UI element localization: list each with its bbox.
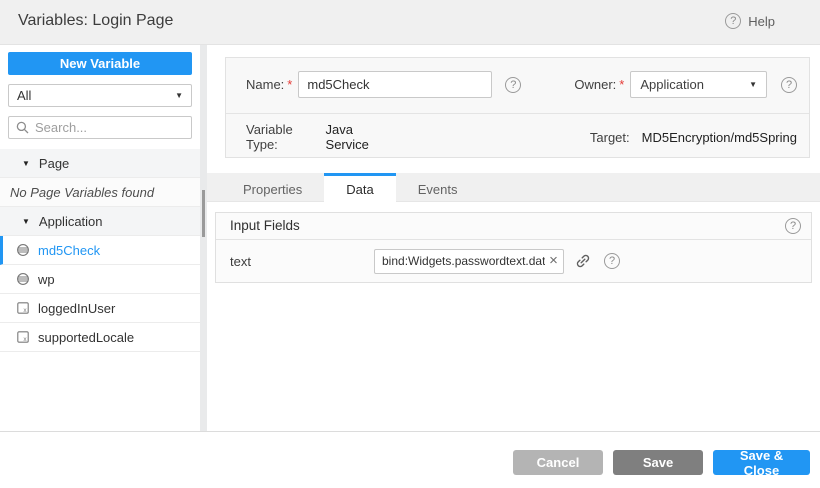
static-variable-icon: x bbox=[16, 301, 30, 315]
name-help-icon[interactable]: ? bbox=[505, 77, 521, 93]
clear-binding-icon[interactable]: × bbox=[546, 252, 561, 270]
variable-detail-panel: Name: * ? Owner: * Application ▼ ? Varia… bbox=[207, 45, 820, 431]
owner-select-value: Application bbox=[640, 77, 704, 92]
input-field-row-text: text × ? bbox=[216, 240, 811, 282]
tab-events[interactable]: Events bbox=[396, 173, 480, 202]
tab-properties[interactable]: Properties bbox=[221, 173, 324, 202]
field-name-label: text bbox=[230, 254, 374, 269]
input-fields-title: Input Fields bbox=[230, 218, 300, 233]
owner-select[interactable]: Application ▼ bbox=[630, 71, 767, 98]
bind-value-input[interactable] bbox=[374, 249, 564, 274]
collapse-arrow-icon: ▼ bbox=[22, 159, 30, 168]
variables-dialog: Variables: Login Page ? Help New Variabl… bbox=[0, 0, 820, 488]
name-label: Name: bbox=[246, 77, 284, 92]
owner-help-icon[interactable]: ? bbox=[781, 77, 797, 93]
service-variable-icon bbox=[16, 272, 30, 286]
input-fields-panel: Input Fields ? text × ? bbox=[215, 212, 812, 283]
input-fields-header: Input Fields ? bbox=[216, 213, 811, 240]
variable-filter-value: All bbox=[17, 88, 31, 103]
tree-group-page[interactable]: ▼ Page bbox=[0, 149, 200, 178]
variable-search[interactable] bbox=[8, 116, 192, 139]
tree-item-wp[interactable]: wp bbox=[0, 265, 200, 294]
dialog-title: Variables: Login Page bbox=[18, 12, 173, 30]
search-input[interactable] bbox=[35, 120, 175, 135]
owner-label: Owner: bbox=[574, 77, 616, 92]
search-icon bbox=[16, 121, 29, 134]
service-variable-icon bbox=[16, 243, 30, 257]
chevron-down-icon: ▼ bbox=[175, 91, 183, 100]
cancel-button[interactable]: Cancel bbox=[513, 450, 603, 475]
tree-group-application[interactable]: ▼ Application bbox=[0, 207, 200, 236]
help-label: Help bbox=[748, 14, 775, 29]
new-variable-button[interactable]: New Variable bbox=[8, 52, 192, 75]
variable-type-label: Variable Type: bbox=[246, 122, 314, 152]
dialog-footer: Cancel Save Save & Close bbox=[0, 431, 820, 488]
required-asterisk: * bbox=[287, 77, 292, 92]
tree-item-label: md5Check bbox=[38, 243, 100, 258]
target-label: Target: bbox=[590, 130, 630, 145]
tree-item-label: wp bbox=[38, 272, 55, 287]
save-close-button[interactable]: Save & Close bbox=[713, 450, 810, 475]
tree-group-label: Application bbox=[39, 214, 103, 229]
detail-tabbar: Properties Data Events bbox=[207, 173, 820, 202]
chevron-down-icon: ▼ bbox=[749, 80, 757, 89]
target-value: MD5Encryption/md5Spring bbox=[642, 130, 797, 145]
save-button[interactable]: Save bbox=[613, 450, 703, 475]
field-help-icon[interactable]: ? bbox=[604, 253, 620, 269]
tree-item-label: supportedLocale bbox=[38, 330, 134, 345]
help-link[interactable]: ? Help bbox=[725, 13, 775, 29]
static-variable-icon: x bbox=[16, 330, 30, 344]
page-empty-message: No Page Variables found bbox=[0, 178, 200, 207]
tab-data[interactable]: Data bbox=[324, 173, 395, 202]
tree-group-label: Page bbox=[39, 156, 69, 171]
name-field[interactable] bbox=[298, 71, 492, 98]
collapse-arrow-icon: ▼ bbox=[22, 217, 30, 226]
dialog-header: Variables: Login Page ? Help bbox=[0, 0, 820, 45]
card-divider bbox=[226, 113, 809, 114]
tree-item-supportedlocale[interactable]: x supportedLocale bbox=[0, 323, 200, 352]
scrollbar-thumb[interactable] bbox=[202, 190, 205, 237]
tree-item-md5check[interactable]: md5Check bbox=[0, 236, 200, 265]
bind-link-icon[interactable] bbox=[574, 252, 592, 270]
tree-item-loggedinuser[interactable]: x loggedInUser bbox=[0, 294, 200, 323]
variables-sidebar: New Variable All ▼ ▼ Page No Page Variab… bbox=[0, 45, 200, 431]
required-asterisk: * bbox=[619, 77, 624, 92]
variable-filter-select[interactable]: All ▼ bbox=[8, 84, 192, 107]
tree-item-label: loggedInUser bbox=[38, 301, 115, 316]
input-fields-help-icon[interactable]: ? bbox=[785, 218, 801, 234]
help-icon: ? bbox=[725, 13, 741, 29]
variable-type-value: Java Service bbox=[326, 122, 387, 152]
variables-tree: ▼ Page No Page Variables found ▼ Applica… bbox=[0, 149, 200, 431]
sidebar-scrollbar[interactable] bbox=[200, 45, 207, 431]
variable-summary-card: Name: * ? Owner: * Application ▼ ? Varia… bbox=[225, 57, 810, 158]
